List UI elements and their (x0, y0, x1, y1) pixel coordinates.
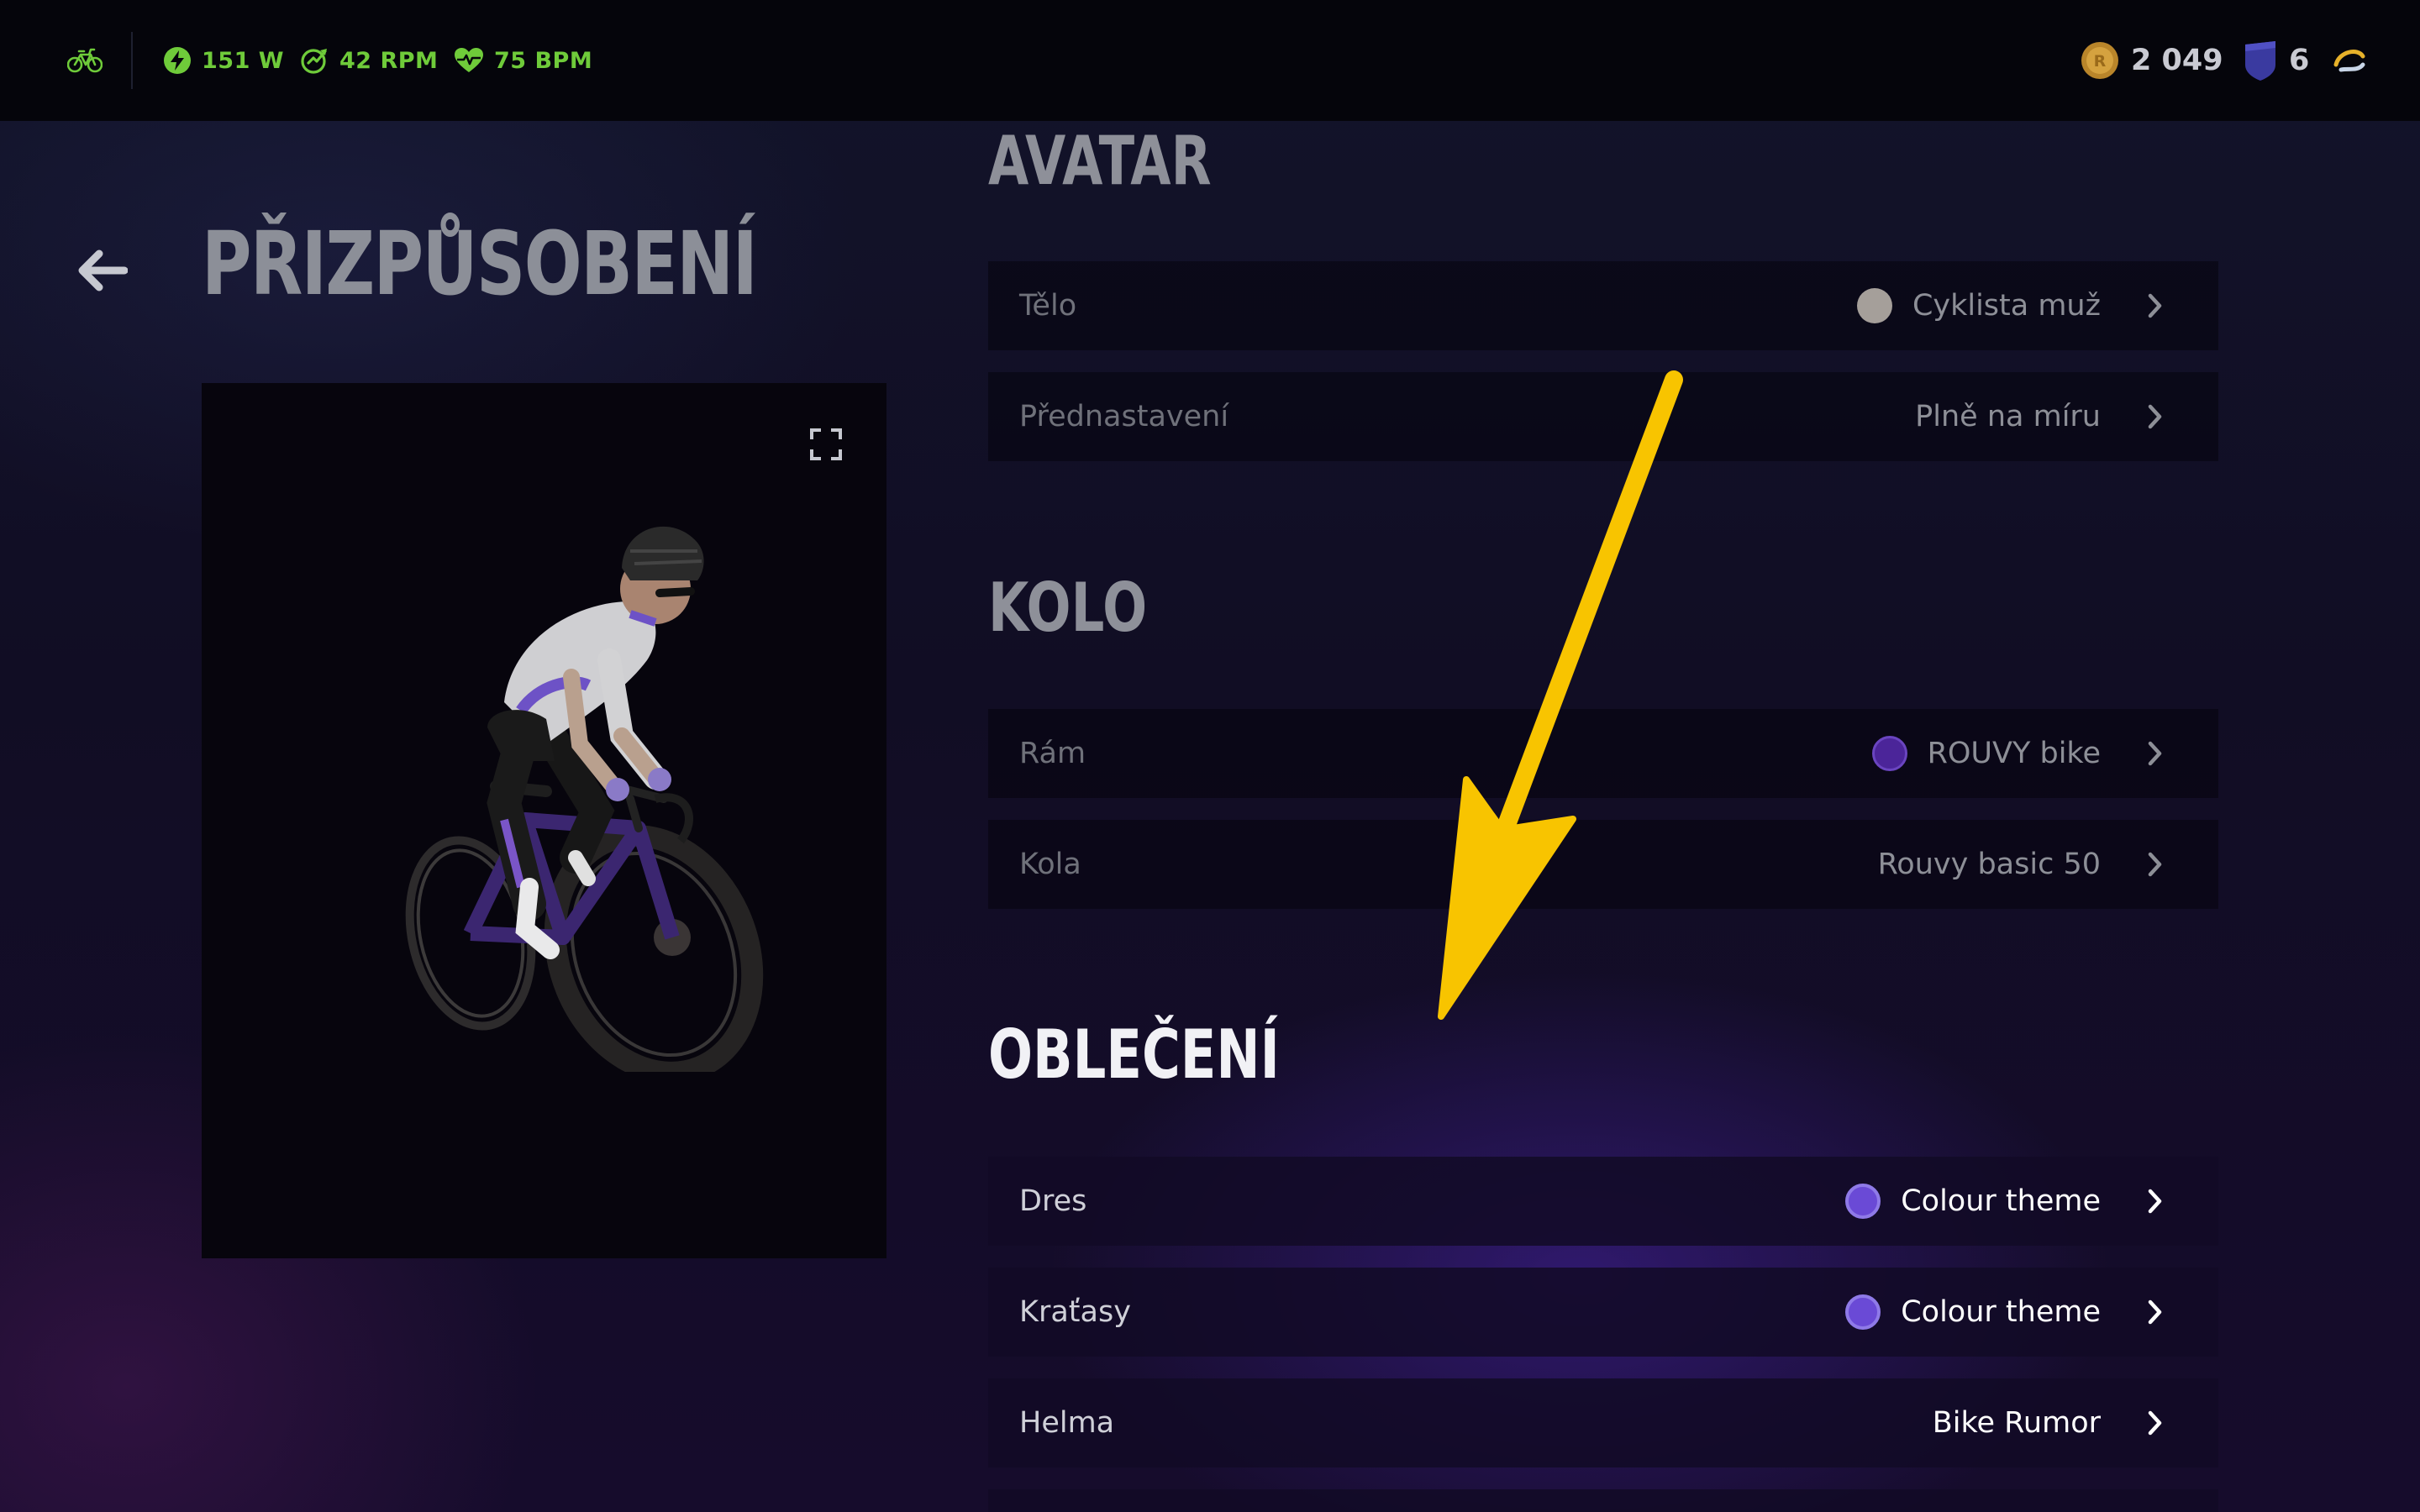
section-title-avatar: AVATAR (988, 122, 1212, 200)
row-frame[interactable]: Rám ROUVY bike (988, 709, 2218, 798)
color-swatch (1856, 288, 1892, 323)
heart-rate-value: 75 BPM (494, 47, 593, 74)
row-value: Colour theme (1901, 1295, 2101, 1329)
cadence-icon (301, 49, 327, 74)
shield-icon (2245, 41, 2275, 81)
top-bar: 151 W 42 RPM 75 BPM R 2 049 6 (0, 0, 2420, 121)
row-label: Rám (1019, 737, 1086, 770)
color-swatch (1871, 736, 1907, 771)
svg-text:R: R (2094, 52, 2107, 71)
section-title-bike: KOLO (988, 569, 1148, 647)
topbar-divider (131, 32, 133, 89)
coins-value: 2 049 (2131, 44, 2223, 77)
coins-counter[interactable]: R 2 049 (2081, 37, 2223, 84)
row-value: Plně na míru (1915, 400, 2101, 433)
rouvy-logo (2333, 37, 2366, 84)
chevron-right-icon (2148, 1189, 2162, 1214)
row-value: Colour theme (1901, 1184, 2101, 1218)
power-stat: 151 W (163, 37, 284, 84)
chevron-right-icon (2148, 1410, 2162, 1436)
row-label: Kola (1019, 848, 1081, 881)
bike-icon[interactable] (67, 37, 103, 84)
row-body[interactable]: Tělo Cyklista muž (988, 261, 2218, 350)
row-wheels[interactable]: Kola Rouvy basic 50 (988, 820, 2218, 909)
row-value: ROUVY bike (1927, 737, 2101, 770)
chevron-right-icon (2148, 741, 2162, 766)
chevron-right-icon (2148, 293, 2162, 318)
row-jersey[interactable]: Dres Colour theme (988, 1157, 2218, 1246)
level-value: 6 (2289, 44, 2310, 77)
color-swatch (1845, 1294, 1881, 1330)
row-helmet[interactable]: Helma Bike Rumor (988, 1378, 2218, 1467)
row-value: Rouvy basic 50 (1877, 848, 2101, 881)
heart-rate-stat: 75 BPM (454, 37, 592, 84)
row-shorts[interactable]: Kraťasy Colour theme (988, 1268, 2218, 1357)
color-swatch (1845, 1184, 1881, 1219)
row-next-partial[interactable] (988, 1489, 2218, 1512)
cyclist-avatar-image (378, 467, 849, 1084)
row-label: Tělo (1019, 289, 1077, 323)
row-preset[interactable]: Přednastavení Plně na míru (988, 372, 2218, 461)
cadence-value: 42 RPM (339, 47, 439, 74)
chevron-right-icon (2148, 404, 2162, 429)
app-root: 151 W 42 RPM 75 BPM R 2 049 6 PŘIZPŮSOBE… (0, 0, 2420, 1512)
fullscreen-icon[interactable] (810, 428, 842, 464)
row-label: Helma (1019, 1406, 1115, 1440)
row-label: Dres (1019, 1184, 1087, 1218)
chevron-right-icon (2148, 852, 2162, 877)
row-value: Bike Rumor (1932, 1406, 2101, 1440)
avatar-preview[interactable] (202, 383, 886, 1258)
row-label: Kraťasy (1019, 1295, 1131, 1329)
row-label: Přednastavení (1019, 400, 1229, 433)
level-counter[interactable]: 6 (2242, 37, 2309, 84)
heart-rate-icon (455, 48, 483, 72)
section-title-clothing: OBLEČENÍ (988, 1016, 1280, 1094)
row-value: Cyklista muž (1912, 289, 2101, 323)
chevron-right-icon (2148, 1299, 2162, 1325)
page-title: PŘIZPŮSOBENÍ (202, 213, 758, 315)
power-value: 151 W (202, 47, 285, 74)
arrow-left-icon[interactable] (76, 249, 129, 296)
coin-icon: R (2081, 42, 2118, 79)
power-icon (164, 47, 191, 74)
cadence-stat: 42 RPM (299, 37, 438, 84)
